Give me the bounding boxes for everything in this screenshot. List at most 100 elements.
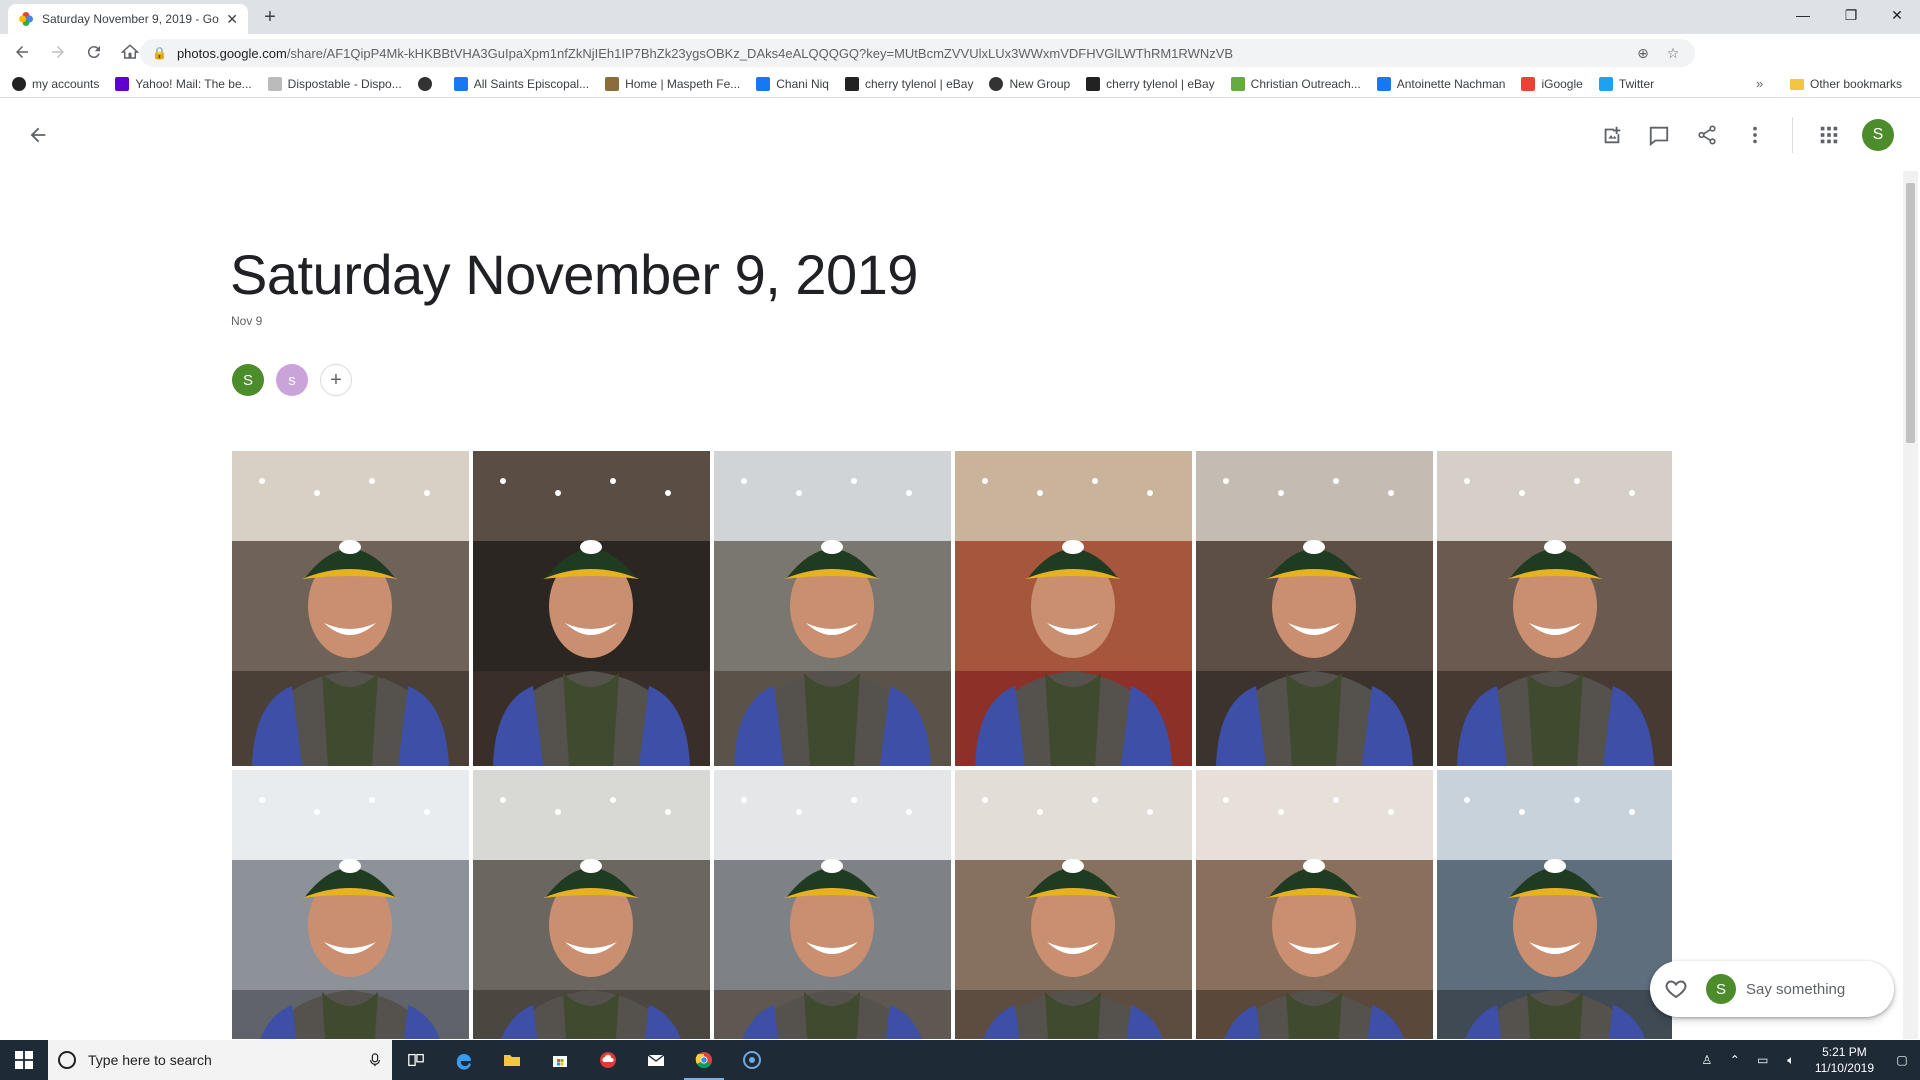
appbar-divider bbox=[1792, 117, 1793, 153]
bookmark-item[interactable]: All Saints Episcopal... bbox=[453, 76, 590, 91]
bookmark-label: Christian Outreach... bbox=[1250, 76, 1361, 91]
google-photos-icon bbox=[19, 12, 33, 26]
photo-thumbnail[interactable] bbox=[714, 451, 951, 766]
share-icon[interactable] bbox=[1695, 123, 1719, 147]
photo-thumbnail[interactable] bbox=[473, 451, 710, 766]
new-tab-button[interactable]: + bbox=[258, 5, 282, 29]
url-text: photos.google.com/share/AF1QipP4Mk-kHKBB… bbox=[177, 46, 1623, 61]
bookmark-item[interactable] bbox=[417, 76, 438, 91]
bookmark-item[interactable]: Christian Outreach... bbox=[1230, 76, 1361, 91]
taskbar-search[interactable]: Type here to search bbox=[48, 1040, 392, 1080]
bookmark-item[interactable]: Chani Niq bbox=[756, 76, 829, 91]
say-something-input[interactable]: Say something bbox=[1746, 981, 1845, 998]
photo-image bbox=[1437, 770, 1672, 1039]
edge-icon[interactable] bbox=[440, 1040, 488, 1080]
close-window-icon[interactable]: ✕ bbox=[1874, 0, 1920, 30]
browser-toolbar: 🔒 photos.google.com/share/AF1QipP4Mk-kHK… bbox=[0, 34, 1920, 96]
bookmarks-bar: my accounts Yahoo! Mail: The be... Dispost… bbox=[0, 70, 1920, 98]
people-icon[interactable]: ♙ bbox=[1693, 1040, 1721, 1080]
back-arrow-icon[interactable] bbox=[26, 123, 50, 147]
bookmark-label: Yahoo! Mail: The be... bbox=[135, 76, 252, 91]
google-photos-page: S Saturday November 9, 2019 Nov 9 S s + … bbox=[0, 99, 1920, 1039]
other-bookmarks-label: Other bookmarks bbox=[1810, 77, 1903, 91]
microphone-icon[interactable] bbox=[368, 1053, 382, 1067]
address-bar[interactable]: 🔒 photos.google.com/share/AF1QipP4Mk-kHK… bbox=[140, 39, 1695, 67]
more-bookmarks-icon[interactable]: » bbox=[1756, 76, 1763, 91]
bookmark-star-icon[interactable]: ☆ bbox=[1663, 43, 1683, 63]
photo-thumbnail[interactable] bbox=[714, 770, 951, 1039]
tab-strip: Saturday November 9, 2019 - Go ✕ + — ❐ ✕ bbox=[0, 0, 1920, 34]
bookmark-item[interactable]: cherry tylenol | eBay bbox=[1086, 76, 1215, 91]
search-placeholder: Type here to search bbox=[88, 1052, 212, 1068]
bookmark-item[interactable]: iGoogle bbox=[1521, 76, 1583, 91]
photo-thumbnail[interactable] bbox=[1437, 451, 1672, 766]
comment-bar[interactable]: S Say something bbox=[1650, 961, 1894, 1017]
globe-icon bbox=[12, 76, 26, 91]
forward-icon[interactable] bbox=[44, 38, 72, 66]
photo-thumbnail[interactable] bbox=[232, 770, 469, 1039]
mail-icon[interactable] bbox=[632, 1040, 680, 1080]
slideshow-icon[interactable] bbox=[1647, 123, 1671, 147]
add-member-button[interactable]: + bbox=[320, 364, 352, 396]
lock-icon[interactable]: 🔒 bbox=[152, 46, 167, 60]
task-view-icon[interactable] bbox=[392, 1040, 440, 1080]
restore-icon[interactable]: ❐ bbox=[1828, 0, 1874, 30]
add-photos-icon[interactable] bbox=[1600, 123, 1624, 147]
heart-icon[interactable] bbox=[1664, 977, 1688, 1001]
photo-thumbnail[interactable] bbox=[1437, 770, 1672, 1039]
photo-image bbox=[1196, 451, 1433, 766]
photo-image bbox=[473, 451, 710, 766]
chrome-icon[interactable] bbox=[680, 1040, 728, 1080]
close-tab-icon[interactable]: ✕ bbox=[226, 11, 238, 28]
folder-icon bbox=[1790, 78, 1804, 90]
photo-image bbox=[714, 451, 951, 766]
scrollbar-thumb[interactable] bbox=[1906, 183, 1915, 443]
photo-thumbnail[interactable] bbox=[473, 770, 710, 1039]
windows-start-icon[interactable] bbox=[0, 1040, 48, 1080]
photo-thumbnail[interactable] bbox=[1196, 451, 1433, 766]
photo-thumbnail[interactable] bbox=[1196, 770, 1433, 1039]
member-avatar[interactable]: s bbox=[276, 364, 308, 396]
photo-thumbnail[interactable] bbox=[955, 451, 1192, 766]
install-app-icon[interactable]: ⊕ bbox=[1633, 43, 1653, 63]
badge-icon bbox=[605, 76, 620, 91]
file-explorer-icon[interactable] bbox=[488, 1040, 536, 1080]
page-scrollbar[interactable] bbox=[1903, 171, 1918, 1039]
clock[interactable]: 5:21 PM 11/10/2019 bbox=[1805, 1044, 1884, 1076]
bookmark-item[interactable]: my accounts bbox=[12, 76, 100, 91]
cloud-app-icon[interactable] bbox=[584, 1040, 632, 1080]
member-avatar[interactable]: S bbox=[232, 364, 264, 396]
back-icon[interactable] bbox=[8, 38, 36, 66]
photo-image bbox=[955, 770, 1192, 1039]
bookmark-item[interactable]: Dispostable - Dispo... bbox=[267, 76, 402, 91]
bookmark-label: my accounts bbox=[32, 76, 100, 91]
church-icon bbox=[1230, 76, 1245, 91]
bookmark-item[interactable]: New Group bbox=[989, 76, 1071, 91]
bookmark-item[interactable]: cherry tylenol | eBay bbox=[844, 76, 973, 91]
browser-tab[interactable]: Saturday November 9, 2019 - Go ✕ bbox=[8, 4, 248, 34]
clock-time: 5:21 PM bbox=[1822, 1045, 1867, 1059]
clock-date: 11/10/2019 bbox=[1814, 1061, 1874, 1075]
google-apps-icon[interactable] bbox=[1817, 123, 1841, 147]
bookmark-item[interactable]: Home | Maspeth Fe... bbox=[605, 76, 740, 91]
minimize-icon[interactable]: — bbox=[1780, 0, 1826, 30]
network-icon[interactable]: ▭ bbox=[1749, 1040, 1777, 1080]
volume-icon[interactable]: 🔈︎ bbox=[1777, 1040, 1805, 1080]
store-icon[interactable] bbox=[536, 1040, 584, 1080]
ebay-icon bbox=[844, 76, 859, 91]
photo-thumbnail[interactable] bbox=[955, 770, 1192, 1039]
reload-icon[interactable] bbox=[80, 38, 108, 66]
show-hidden-icons[interactable]: ⌃ bbox=[1721, 1040, 1749, 1080]
bookmark-item[interactable]: Twitter bbox=[1598, 76, 1654, 91]
bookmark-item[interactable]: Antoinette Nachman bbox=[1376, 76, 1505, 91]
notifications-icon[interactable]: ▢ bbox=[1884, 1040, 1920, 1080]
more-options-icon[interactable] bbox=[1743, 123, 1767, 147]
other-bookmarks[interactable]: Other bookmarks bbox=[1790, 70, 1902, 98]
bookmark-label: All Saints Episcopal... bbox=[473, 76, 590, 91]
facebook-icon bbox=[756, 76, 771, 91]
camera-app-icon[interactable] bbox=[728, 1040, 776, 1080]
photo-thumbnail[interactable] bbox=[232, 451, 469, 766]
bookmark-item[interactable]: Yahoo! Mail: The be... bbox=[115, 76, 252, 91]
bookmark-label: New Group bbox=[1009, 76, 1071, 91]
account-avatar[interactable]: S bbox=[1862, 119, 1894, 151]
